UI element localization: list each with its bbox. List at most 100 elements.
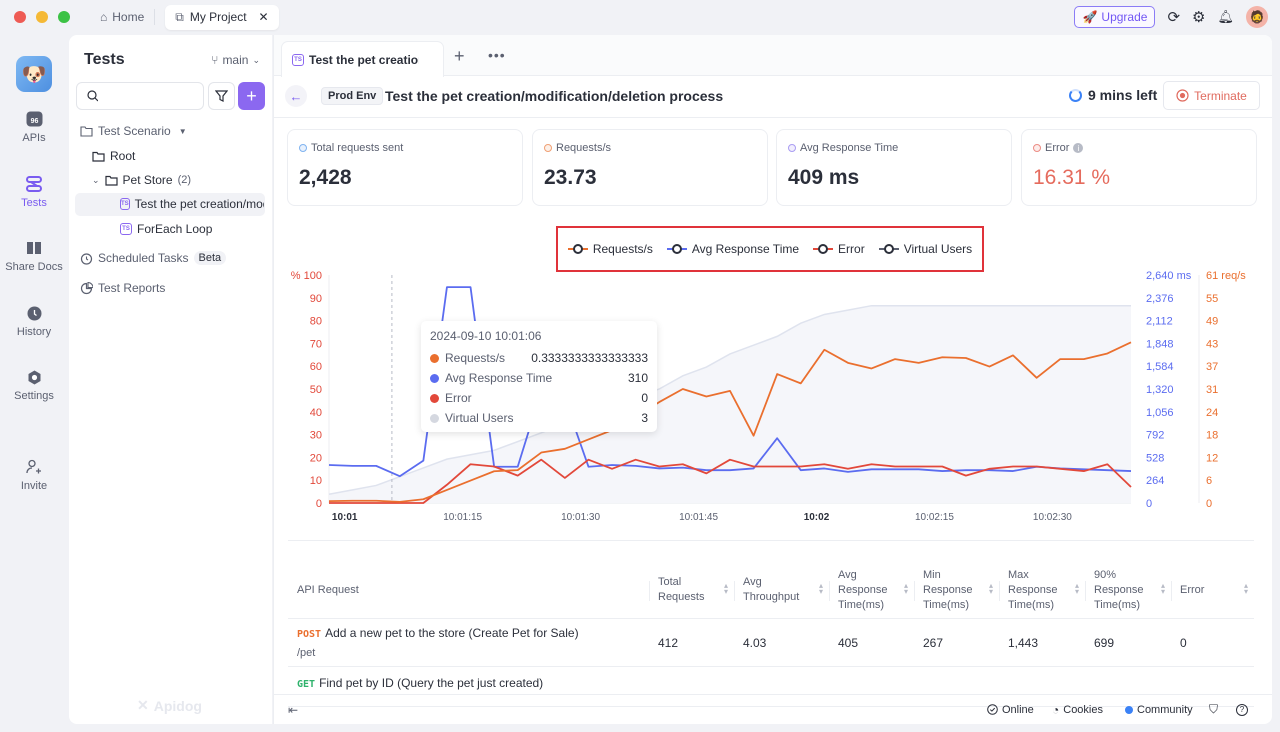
tab-label: Test the pet creation/modification/delet…	[309, 52, 419, 67]
y-right-rps-tick-label: 12	[1206, 452, 1218, 464]
test-scenario-icon: TS	[120, 198, 130, 210]
online-status[interactable]: Online	[987, 704, 1034, 716]
rail-item-settings[interactable]: Settings	[0, 368, 68, 402]
y-right-ms-tick-label: 2,376	[1146, 293, 1174, 305]
stat-label: Total requests sent	[311, 142, 404, 154]
info-icon[interactable]: i	[1073, 143, 1084, 153]
col-max-response[interactable]: Max Response Time(ms) ▴ ▾	[999, 562, 1085, 618]
search-icon	[87, 90, 98, 102]
stat-label: Avg Response Time	[800, 142, 899, 154]
y-left-tick-label: 30	[310, 430, 322, 442]
add-test-button[interactable]: +	[238, 82, 265, 110]
method-badge: POST	[297, 629, 322, 640]
y-left-tick-label: 20	[310, 452, 322, 464]
col-90-response[interactable]: 90% Response Time(ms) ▴ ▾	[1085, 562, 1171, 618]
legend-label: Requests/s	[592, 242, 653, 256]
test-scenario-icon: TS	[292, 53, 304, 66]
minimize-window-button[interactable]	[36, 11, 48, 23]
tree-item-foreach-loop[interactable]: TS ForEach Loop	[120, 222, 212, 236]
left-rail: 🐶 96 APIs Tests Share Docs History Setti…	[0, 34, 68, 732]
stat-dot-icon	[1033, 144, 1041, 152]
bell-icon[interactable]: 🔔︎	[1217, 9, 1234, 25]
sort-icon[interactable]: ▴ ▾	[819, 582, 823, 596]
env-tag[interactable]: Prod Env	[321, 87, 384, 105]
tooltip-row: Virtual Users 3	[430, 408, 648, 428]
col-avg-response[interactable]: Avg Response Time(ms) ▴ ▾	[829, 562, 914, 618]
sort-icon[interactable]: ▴ ▾	[989, 582, 993, 596]
sort-icon[interactable]: ▴ ▾	[724, 582, 728, 596]
terminate-button[interactable]: Terminate	[1163, 81, 1260, 110]
tests-icon	[25, 175, 43, 193]
refresh-icon[interactable]: ⟳	[1167, 8, 1180, 26]
help-icon[interactable]: ?	[1236, 703, 1248, 716]
col-total-requests[interactable]: Total Requests ▴ ▾	[649, 562, 734, 618]
y-right-rps-tick-label: 37	[1206, 361, 1218, 373]
tree-test-reports[interactable]: Test Reports	[80, 281, 165, 295]
filter-button[interactable]	[208, 82, 235, 110]
upgrade-button[interactable]: 🚀 Upgrade	[1074, 6, 1156, 28]
series-dot-icon	[430, 373, 439, 383]
tree-scheduled-tasks[interactable]: Scheduled Tasks Beta	[80, 251, 227, 265]
tree-item-test-pet-creation[interactable]: TS Test the pet creation/modification/de…	[120, 197, 264, 211]
sort-icon[interactable]: ▴ ▾	[904, 582, 908, 596]
rail-item-share-docs[interactable]: Share Docs	[0, 239, 68, 273]
titlebar-actions: 🚀 Upgrade ⟳ ⚙ 🔔︎ 🧔	[1074, 6, 1268, 28]
collapse-sidebar-icon[interactable]: ⇤	[288, 703, 298, 717]
cookie-icon: ◔	[1052, 702, 1060, 717]
avatar[interactable]: 🧔	[1246, 6, 1268, 28]
search-input[interactable]	[76, 82, 204, 110]
rail-item-invite[interactable]: Invite	[0, 458, 68, 492]
legend-item-virtual-users[interactable]: Virtual Users	[878, 242, 972, 256]
sort-icon[interactable]: ▴ ▾	[1161, 582, 1165, 596]
col-min-response[interactable]: Min Response Time(ms) ▴ ▾	[914, 562, 999, 618]
tree-folder-pet-store[interactable]: ⌄ Pet Store (2)	[92, 173, 191, 187]
rail-item-history[interactable]: History	[0, 304, 68, 338]
y-right-ms-tick-label: 792	[1146, 430, 1164, 442]
rail-item-apis[interactable]: 96 APIs	[0, 110, 68, 144]
home-tab[interactable]: ⌂ Home	[100, 10, 144, 24]
x-tick-label: 10:01:15	[443, 512, 482, 523]
gear-icon[interactable]: ⚙	[1192, 8, 1205, 26]
tree-label: Root	[110, 149, 136, 163]
tree-test-scenario[interactable]: Test Scenario ▼	[80, 124, 187, 138]
project-logo[interactable]: 🐶	[16, 56, 52, 92]
header-label: Total Requests	[658, 576, 705, 603]
y-right-rps-tick-label: 24	[1206, 407, 1218, 419]
stat-dot-icon	[544, 144, 552, 152]
legend-item-avg-response[interactable]: Avg Response Time	[666, 242, 800, 256]
project-tab[interactable]: ⧉ My Project ✕	[165, 4, 279, 30]
maximize-window-button[interactable]	[58, 11, 70, 23]
spinner-icon	[1069, 88, 1082, 102]
close-tab-icon[interactable]: ✕	[259, 10, 269, 24]
cell-90-response: 699	[1094, 635, 1115, 650]
y-right-rps-tick-label: 55	[1206, 293, 1218, 305]
invite-icon	[25, 458, 43, 476]
table-row[interactable]: POST Add a new pet to the store (Create P…	[288, 619, 1254, 667]
search-field[interactable]	[103, 89, 203, 103]
back-button[interactable]: ←	[285, 85, 307, 107]
svg-text:96: 96	[30, 118, 38, 125]
tab-test-pet-creation[interactable]: TS Test the pet creation/modification/de…	[281, 41, 444, 77]
col-error[interactable]: Error ▴ ▾	[1171, 562, 1254, 618]
api-stats-table: API Request Total Requests ▴ ▾ Avg Through…	[288, 562, 1254, 707]
branch-selector[interactable]: ⑂ main ⌄	[211, 53, 260, 67]
tooltip-label: Requests/s	[445, 351, 506, 365]
col-avg-throughput[interactable]: Avg Throughput ▴ ▾	[734, 562, 829, 618]
x-tick-label: 10:02:30	[1033, 512, 1072, 523]
more-icon[interactable]: •••	[488, 47, 506, 63]
community-button[interactable]: Community	[1125, 704, 1193, 716]
rail-item-tests[interactable]: Tests	[0, 175, 68, 209]
legend-item-error[interactable]: Error	[813, 242, 865, 256]
tooltip-label: Avg Response Time	[445, 371, 553, 385]
legend-item-requests[interactable]: Requests/s	[567, 242, 653, 256]
y-right-ms-tick-label: 0	[1146, 498, 1152, 510]
sort-icon[interactable]: ▴ ▾	[1244, 582, 1248, 596]
cookies-button[interactable]: ◔ Cookies	[1052, 703, 1103, 717]
y-left-tick-label: 70	[310, 338, 322, 350]
legend-label: Avg Response Time	[691, 242, 800, 256]
new-tab-button[interactable]: +	[454, 46, 465, 67]
tree-root[interactable]: Root	[92, 149, 135, 163]
sort-icon[interactable]: ▴ ▾	[1075, 582, 1079, 596]
shirt-icon[interactable]: ⛉	[1209, 702, 1218, 717]
close-window-button[interactable]	[14, 11, 26, 23]
